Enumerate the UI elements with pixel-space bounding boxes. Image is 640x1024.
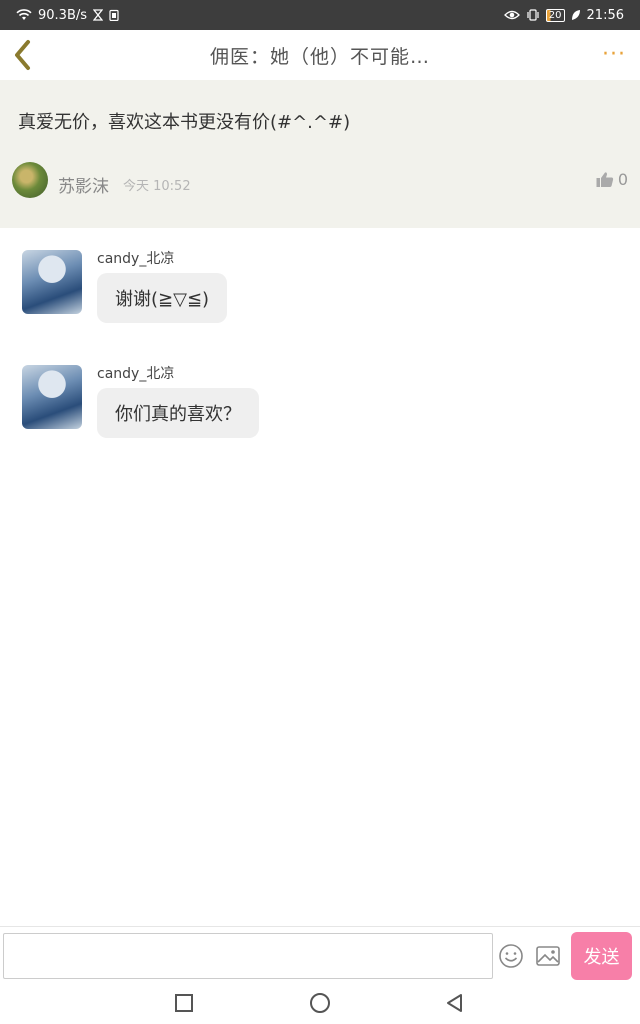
author-avatar[interactable] xyxy=(12,162,48,198)
emoji-button[interactable] xyxy=(498,943,524,969)
reply-author[interactable]: candy_北凉 xyxy=(97,248,174,268)
system-nav-bar xyxy=(0,982,640,1024)
circle-icon xyxy=(310,993,330,1013)
message-input[interactable] xyxy=(3,933,493,979)
square-icon xyxy=(175,994,193,1012)
reply-item: candy_北凉 你们真的喜欢？ xyxy=(0,343,640,443)
clock: 21:56 xyxy=(586,7,624,23)
like-count: 0 xyxy=(617,170,628,189)
wifi-icon xyxy=(16,9,32,20)
page-title: 佣医：她（他）不可能… xyxy=(209,45,430,68)
image-button[interactable] xyxy=(535,943,561,969)
reply-avatar[interactable] xyxy=(22,365,82,429)
post-time: 今天 10:52 xyxy=(123,179,191,194)
send-button[interactable]: 发送 xyxy=(571,932,632,980)
home-button[interactable] xyxy=(309,992,331,1014)
eye-icon xyxy=(503,10,520,20)
smiley-icon xyxy=(499,944,523,968)
network-speed: 90.3B/s xyxy=(38,7,88,23)
like-button[interactable]: 0 xyxy=(596,170,628,189)
thumbs-up-icon xyxy=(596,172,613,187)
post-content: 真爱无价，喜欢这本书更没有价(#^.^#) xyxy=(18,112,351,133)
triangle-back-icon xyxy=(447,994,462,1012)
hourglass-icon xyxy=(93,9,104,21)
author-name[interactable]: 苏影沫 xyxy=(58,172,109,197)
reply-author[interactable]: candy_北凉 xyxy=(97,363,174,383)
post-card: 真爱无价，喜欢这本书更没有价(#^.^#) 苏影沫 今天 10:52 0 xyxy=(0,80,640,228)
status-bar: 90.3B/s 20 21:56 xyxy=(0,0,640,30)
vibrate-icon xyxy=(527,9,539,21)
clipboard-icon xyxy=(109,9,119,21)
chevron-left-icon xyxy=(15,40,30,70)
status-right: 20 21:56 xyxy=(503,7,624,23)
recent-apps-button[interactable] xyxy=(173,992,195,1014)
reply-item: candy_北凉 谢谢(≧▽≦) xyxy=(0,228,640,328)
reply-avatar[interactable] xyxy=(22,250,82,314)
reply-bubble: 谢谢(≧▽≦) xyxy=(97,273,228,323)
status-left: 90.3B/s xyxy=(16,8,119,23)
battery-indicator: 20 xyxy=(545,8,565,22)
top-bar: 佣医：她（他）不可能… ··· xyxy=(0,30,640,80)
reply-bubble: 你们真的喜欢？ xyxy=(97,388,259,438)
more-options-button[interactable]: ··· xyxy=(602,42,626,67)
leaf-icon xyxy=(571,10,580,20)
image-icon xyxy=(536,946,560,966)
system-back-button[interactable] xyxy=(444,992,466,1014)
back-button[interactable] xyxy=(8,36,40,74)
input-bar: 发送 xyxy=(0,926,640,982)
